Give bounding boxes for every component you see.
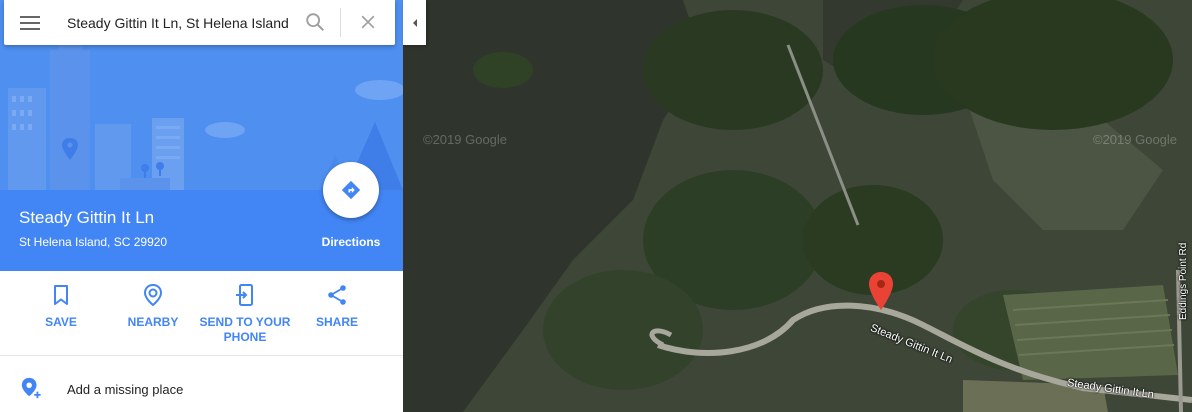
collapse-panel-button[interactable] xyxy=(403,0,426,45)
send-to-phone-icon xyxy=(236,284,253,306)
nearby-icon xyxy=(143,283,163,307)
save-label: SAVE xyxy=(45,315,77,329)
directions-label[interactable]: Directions xyxy=(315,235,387,249)
share-label: SHARE xyxy=(315,315,358,329)
action-bar: SAVE NEARBY SEND TO YOUR PHONE SHARE xyxy=(0,271,403,356)
map-watermark: ©2019 Google xyxy=(423,132,508,147)
place-header: Steady Gittin It Ln St Helena Island, SC… xyxy=(0,162,403,271)
search-input[interactable] xyxy=(67,13,293,33)
save-button[interactable]: SAVE xyxy=(15,283,107,330)
close-icon[interactable] xyxy=(358,12,378,32)
bookmark-icon xyxy=(54,285,68,305)
send-to-phone-label: SEND TO YOUR PHONE xyxy=(199,315,291,344)
send-to-phone-button[interactable]: SEND TO YOUR PHONE xyxy=(199,283,291,345)
place-address: St Helena Island, SC 29920 xyxy=(19,235,168,249)
chevron-left-icon xyxy=(412,18,417,27)
directions-icon xyxy=(341,180,361,200)
add-location-icon xyxy=(21,377,41,399)
directions-button[interactable] xyxy=(323,162,379,218)
nearby-label: NEARBY xyxy=(127,315,179,329)
road-label: Eddings Point Rd xyxy=(1178,242,1189,320)
satellite-map[interactable]: ©2019 Google ©2019 Google Steady Gittin … xyxy=(403,0,1192,412)
add-missing-place-label: Add a missing place xyxy=(67,382,184,397)
add-missing-place-button[interactable]: Add a missing place xyxy=(0,356,403,412)
place-panel: Steady Gittin It Ln St Helena Island, SC… xyxy=(0,0,403,412)
nearby-button[interactable]: NEARBY xyxy=(107,283,199,330)
share-button[interactable]: SHARE xyxy=(291,283,383,330)
menu-icon[interactable] xyxy=(18,13,42,33)
search-icon[interactable] xyxy=(304,11,326,33)
map-watermark: ©2019 Google xyxy=(1093,132,1178,147)
search-divider xyxy=(340,8,341,37)
map-imagery xyxy=(403,0,1192,412)
search-box xyxy=(4,0,395,45)
place-title: Steady Gittin It Ln xyxy=(19,208,155,227)
share-icon xyxy=(328,285,346,305)
